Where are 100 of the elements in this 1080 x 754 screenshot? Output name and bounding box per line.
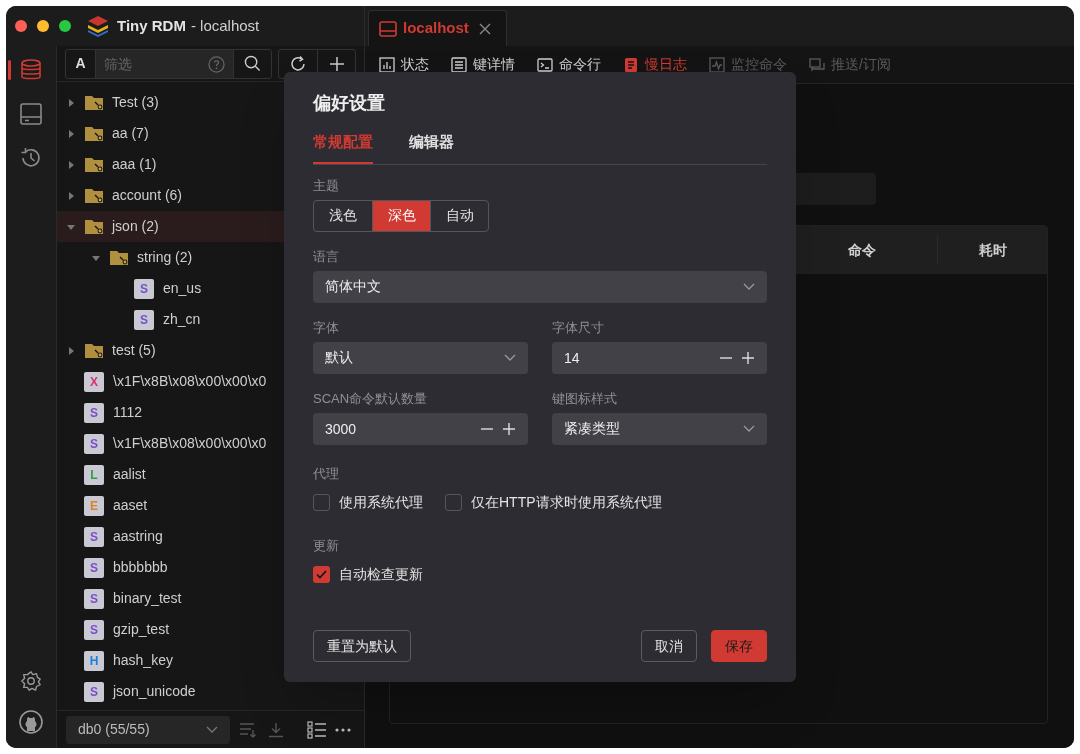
field-label: 字体 <box>313 318 339 337</box>
tab[interactable]: 命令行 <box>537 46 601 83</box>
field-label: 字体尺寸 <box>552 318 604 337</box>
key-label[interactable]: zh_cn <box>163 309 201 330</box>
database-select[interactable]: db0 (55/55) <box>66 715 230 744</box>
key-type-badge: S <box>84 557 104 578</box>
close-window-icon[interactable] <box>15 20 27 32</box>
key-label[interactable]: bbbbbbb <box>113 557 168 578</box>
history-icon[interactable] <box>19 146 43 170</box>
folder-icon <box>84 155 105 174</box>
key-type-badge: S <box>84 433 104 454</box>
github-icon[interactable] <box>19 710 43 734</box>
monitor-icon[interactable] <box>19 102 43 126</box>
field-label: 代理 <box>313 464 339 483</box>
select-value: 紧凑类型 <box>564 419 620 438</box>
number-field[interactable]: 14 <box>552 341 767 374</box>
log-icon <box>623 56 639 73</box>
close-icon[interactable] <box>478 22 491 35</box>
database-icon[interactable] <box>19 58 43 82</box>
key-label[interactable]: hash_key <box>113 650 173 671</box>
select-field[interactable]: 紧凑类型 <box>552 412 767 445</box>
folder-label[interactable]: aaa (1) <box>112 154 157 175</box>
caret-right-icon[interactable] <box>67 191 75 200</box>
field-label: 语言 <box>313 247 339 266</box>
select-field[interactable]: 简体中文 <box>313 270 767 303</box>
tree-row[interactable]: S binary_test <box>57 583 364 614</box>
tab[interactable]: 慢日志 <box>623 46 687 83</box>
caret-right-icon[interactable] <box>67 98 75 107</box>
more-icon[interactable] <box>335 727 351 732</box>
caret-right-icon[interactable] <box>67 129 75 138</box>
folder-label[interactable]: account (6) <box>112 185 183 206</box>
chevron-down-icon <box>743 424 755 433</box>
key-label[interactable]: aaset <box>113 495 148 516</box>
tree-row[interactable]: S json_unicode <box>57 676 364 707</box>
window-title: Tiny RDM <box>117 15 186 36</box>
app-logo-icon <box>87 15 109 37</box>
dialog-button[interactable]: 重置为默认 <box>313 630 411 662</box>
settings-icon[interactable] <box>20 670 42 692</box>
key-type-badge: E <box>84 495 104 516</box>
key-label[interactable]: 1112 <box>113 402 143 423</box>
field-label: SCAN命令默认数量 <box>313 389 428 408</box>
folder-label[interactable]: Test (3) <box>112 92 159 113</box>
folder-icon <box>84 124 105 143</box>
pulse-icon <box>709 56 725 73</box>
checkbox[interactable] <box>445 493 462 511</box>
folder-label[interactable]: json (2) <box>112 216 159 237</box>
plus-icon[interactable] <box>741 350 755 365</box>
download-icon[interactable] <box>267 721 285 738</box>
theme-option[interactable]: 自动 <box>430 200 488 231</box>
folder-label[interactable]: string (2) <box>137 247 193 268</box>
key-label[interactable]: en_us <box>163 278 202 299</box>
column-header: 命令 <box>847 240 877 260</box>
key-label[interactable]: aastring <box>113 526 163 547</box>
key-label[interactable]: binary_test <box>113 588 182 609</box>
folder-icon <box>84 93 105 112</box>
maximize-window-icon[interactable] <box>59 20 71 32</box>
theme-option[interactable]: 深色 <box>372 200 430 231</box>
checkbox-label[interactable]: 使用系统代理 <box>339 491 423 513</box>
terminal-icon <box>537 56 553 73</box>
number-field[interactable]: 3000 <box>313 412 528 445</box>
minimize-window-icon[interactable] <box>37 20 49 32</box>
select-field[interactable]: 默认 <box>313 341 528 374</box>
caret-right-icon[interactable] <box>67 346 75 355</box>
key-label[interactable]: \x1F\x8B\x08\x00\x00\x0 <box>113 371 267 392</box>
key-type-badge: S <box>84 588 104 609</box>
field-label: 更新 <box>313 536 339 555</box>
key-label[interactable]: gzip_test <box>113 619 170 640</box>
key-label[interactable]: \x1F\x8B\x08\x00\x00\x0 <box>113 433 267 454</box>
connection-tab[interactable]: localhost <box>368 10 507 46</box>
key-type-badge: S <box>134 309 154 330</box>
tab-label: localhost <box>403 18 469 39</box>
tab[interactable]: 状态 <box>379 46 429 83</box>
key-type-badge: S <box>84 681 104 702</box>
caret-right-icon[interactable] <box>67 160 75 169</box>
folder-icon <box>84 341 105 360</box>
list-view-icon[interactable] <box>307 720 327 739</box>
save-button[interactable]: 保存 <box>711 630 767 662</box>
checkbox-label[interactable]: 自动检查更新 <box>339 563 423 585</box>
key-type-badge: H <box>84 650 104 671</box>
checkbox-label[interactable]: 仅在HTTP请求时使用系统代理 <box>471 491 662 513</box>
column-header: 耗时 <box>937 236 1047 264</box>
refresh-icon <box>289 54 307 73</box>
select-value: 简体中文 <box>325 277 381 296</box>
key-label[interactable]: aalist <box>113 464 146 485</box>
chevron-down-icon <box>206 725 218 734</box>
dialog-button[interactable]: 取消 <box>641 630 697 662</box>
tab[interactable]: 键详情 <box>451 46 515 83</box>
caret-down-icon[interactable] <box>92 253 100 262</box>
key-type-badge: S <box>134 278 154 299</box>
key-type-badge: L <box>84 464 104 485</box>
tab[interactable]: 编辑器 <box>409 131 454 164</box>
key-label[interactable]: json_unicode <box>113 681 196 702</box>
caret-down-icon[interactable] <box>67 222 75 231</box>
folder-icon <box>109 248 130 267</box>
chevron-down-icon <box>743 282 755 291</box>
plus-icon[interactable] <box>502 421 516 436</box>
checkbox[interactable] <box>313 493 330 511</box>
folder-label[interactable]: aa (7) <box>112 123 149 144</box>
folder-label[interactable]: test (5) <box>112 340 156 361</box>
checkbox[interactable] <box>313 565 330 583</box>
